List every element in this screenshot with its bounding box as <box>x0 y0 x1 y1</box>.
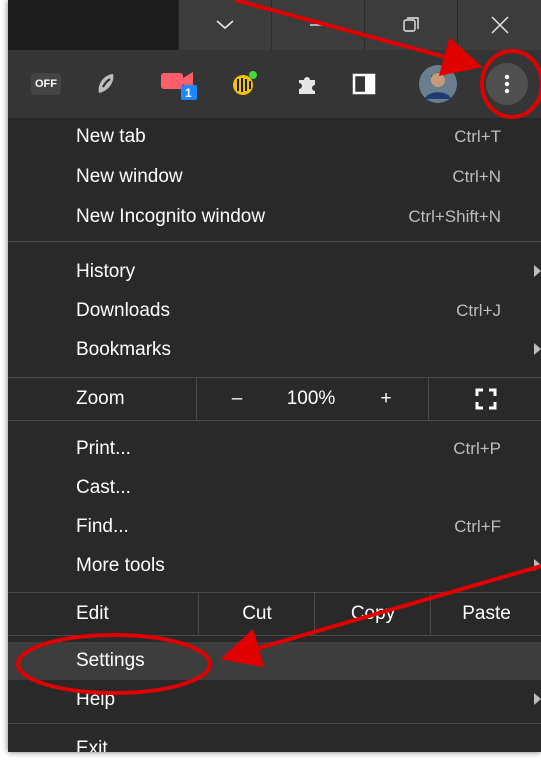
submenu-arrow-icon <box>534 693 541 705</box>
menu-item-label: Downloads <box>76 300 170 321</box>
minimize-button[interactable] <box>271 0 364 50</box>
screencast-extension-button[interactable]: 1 <box>155 68 203 100</box>
submenu-arrow-icon <box>534 265 541 277</box>
menu-item-label: Settings <box>76 650 145 671</box>
menu-item-shortcut: Ctrl+F <box>454 517 501 536</box>
zoom-label: Zoom <box>76 388 125 409</box>
minimize-icon <box>310 24 326 26</box>
video-camera-icon <box>161 72 197 100</box>
menu-item-label: New Incognito window <box>76 206 266 227</box>
menu-item-exit[interactable]: Exit <box>8 730 541 752</box>
menu-item-new-window[interactable]: New window Ctrl+N <box>8 158 541 196</box>
off-badge-icon: OFF <box>31 73 61 95</box>
menu-item-downloads[interactable]: Downloads Ctrl+J <box>8 292 541 330</box>
maximize-button[interactable] <box>364 0 457 50</box>
menu-item-label: Bookmarks <box>76 339 172 360</box>
zoom-plus-icon: + <box>380 388 392 409</box>
keeper-icon <box>233 71 257 95</box>
menu-item-shortcut: Ctrl+N <box>452 167 501 186</box>
menu-item-print[interactable]: Print... Ctrl+P <box>8 430 541 468</box>
off-extension-button[interactable]: OFF <box>30 68 62 100</box>
menu-zoom-row: Zoom – 100% + <box>8 378 541 420</box>
copy-button[interactable]: Copy <box>314 593 431 635</box>
submenu-arrow-icon <box>534 559 541 571</box>
menu-item-shortcut: Ctrl+Shift+N <box>408 207 501 226</box>
browser-toolbar: OFF 1 <box>8 50 541 118</box>
s-extension-button[interactable] <box>90 68 122 100</box>
paste-label: Paste <box>462 603 511 624</box>
zoom-level-text: 100% <box>286 388 336 409</box>
title-bar <box>8 0 541 50</box>
side-panel-button[interactable] <box>348 68 380 100</box>
menu-item-bookmarks[interactable]: Bookmarks <box>8 331 541 369</box>
menu-divider <box>8 635 541 636</box>
menu-item-shortcut: Ctrl+P <box>453 439 501 458</box>
menu-item-cast[interactable]: Cast... <box>8 469 541 507</box>
copy-label: Copy <box>350 603 396 624</box>
tab-search-button[interactable] <box>178 0 271 50</box>
s-extension-icon <box>98 74 114 93</box>
menu-item-label: Exit <box>76 738 108 752</box>
extensions-button[interactable] <box>291 68 323 100</box>
menu-item-label: Cast... <box>76 477 131 498</box>
zoom-level: 100% <box>276 378 346 420</box>
keeper-extension-button[interactable] <box>228 68 260 100</box>
menu-divider <box>8 723 541 724</box>
close-icon <box>491 16 509 34</box>
menu-item-more-tools[interactable]: More tools <box>8 547 541 585</box>
menu-item-label: Print... <box>76 438 131 459</box>
menu-button[interactable] <box>486 63 528 105</box>
zoom-minus-icon: – <box>231 388 243 409</box>
menu-item-new-incognito-window[interactable]: New Incognito window Ctrl+Shift+N <box>8 198 541 236</box>
paste-button[interactable]: Paste <box>430 593 541 635</box>
menu-item-label: History <box>76 261 136 282</box>
fullscreen-button[interactable] <box>428 378 541 420</box>
submenu-arrow-icon <box>534 343 541 355</box>
edit-label: Edit <box>76 603 109 624</box>
menu-edit-row: Edit Cut Copy Paste <box>8 593 541 635</box>
restore-icon <box>403 17 419 32</box>
cut-button[interactable]: Cut <box>198 593 315 635</box>
puzzle-icon <box>299 77 315 94</box>
avatar <box>419 65 457 103</box>
cut-label: Cut <box>242 603 272 624</box>
close-button[interactable] <box>457 0 541 50</box>
zoom-in-button[interactable]: + <box>346 378 426 420</box>
zoom-out-button[interactable]: – <box>196 378 277 420</box>
menu-item-label: New tab <box>76 126 146 147</box>
menu-item-label: Find... <box>76 516 129 537</box>
menu-item-settings[interactable]: Settings <box>8 642 541 680</box>
chevron-down-icon <box>216 20 234 30</box>
menu-item-history[interactable]: History <box>8 253 541 291</box>
fullscreen-icon <box>475 388 496 410</box>
menu-item-label: More tools <box>76 555 165 576</box>
three-dots-vertical-icon <box>504 74 510 94</box>
menu-item-label: Help <box>76 689 116 710</box>
menu-item-label: New window <box>76 166 183 187</box>
profile-avatar-button[interactable] <box>419 65 457 103</box>
menu-item-shortcut: Ctrl+J <box>456 301 501 320</box>
side-panel-icon <box>352 73 376 95</box>
menu-item-shortcut: Ctrl+T <box>454 127 501 146</box>
menu-item-new-tab[interactable]: New tab Ctrl+T <box>8 118 541 156</box>
menu-item-help[interactable]: Help <box>8 681 541 719</box>
menu-divider <box>8 241 541 242</box>
extension-badge: 1 <box>185 86 192 100</box>
menu-divider <box>8 420 541 421</box>
menu-item-find[interactable]: Find... Ctrl+F <box>8 508 541 546</box>
tab-strip <box>8 0 178 50</box>
browser-window: OFF 1 New tab Ctrl+T New window Ctrl+N N… <box>8 0 541 752</box>
chrome-main-menu: New tab Ctrl+T New window Ctrl+N New Inc… <box>8 118 541 752</box>
